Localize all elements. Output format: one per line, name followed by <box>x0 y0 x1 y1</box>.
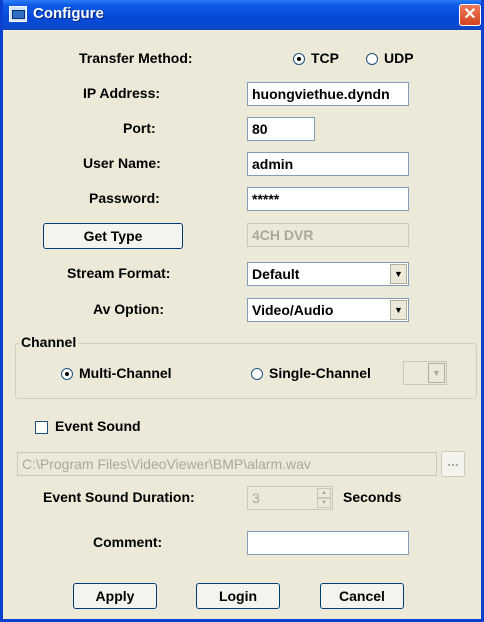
event-sound-label[interactable]: Event Sound <box>55 418 141 434</box>
apply-button[interactable]: Apply <box>73 583 157 609</box>
stream-format-value: Default <box>252 266 300 282</box>
user-name-input[interactable]: admin <box>247 152 409 176</box>
duration-spinner: 3 ▲ ▼ <box>247 486 333 510</box>
udp-radio[interactable] <box>366 53 378 65</box>
password-input[interactable]: ***** <box>247 187 409 211</box>
event-sound-checkbox[interactable] <box>35 421 48 434</box>
ip-address-input[interactable]: huongviethue.dyndn <box>247 82 409 106</box>
port-label: Port: <box>123 120 156 136</box>
av-option-label: Av Option: <box>93 301 165 317</box>
tcp-radio[interactable] <box>293 53 305 65</box>
app-window-icon <box>9 6 27 22</box>
browse-button: ... <box>441 451 465 477</box>
get-type-button[interactable]: Get Type <box>43 223 183 249</box>
tcp-label[interactable]: TCP <box>311 50 339 66</box>
close-button[interactable]: ✕ <box>459 4 481 26</box>
channel-number-select: ▼ <box>403 361 447 385</box>
chevron-down-icon[interactable]: ▼ <box>390 264 407 284</box>
comment-label: Comment: <box>93 534 163 550</box>
chevron-down-icon: ▼ <box>428 363 445 383</box>
ip-address-label: IP Address: <box>83 85 161 101</box>
comment-input[interactable] <box>247 531 409 555</box>
window-title: Configure <box>33 5 104 22</box>
udp-label[interactable]: UDP <box>384 50 414 66</box>
password-label: Password: <box>89 190 160 206</box>
channel-group-title: Channel <box>19 334 79 350</box>
cancel-button[interactable]: Cancel <box>320 583 404 609</box>
title-bar[interactable]: Configure ✕ <box>3 0 481 30</box>
spin-down-icon: ▼ <box>317 498 331 508</box>
user-name-label: User Name: <box>83 155 161 171</box>
av-option-value: Video/Audio <box>252 302 334 318</box>
duration-value: 3 <box>252 490 260 506</box>
multi-channel-label[interactable]: Multi-Channel <box>79 365 172 381</box>
stream-format-select[interactable]: Default ▼ <box>247 262 409 286</box>
configure-dialog: Configure ✕ Transfer Method: TCP UDP IP … <box>0 0 484 622</box>
transfer-method-label: Transfer Method: <box>79 50 193 66</box>
spin-up-icon: ▲ <box>317 488 331 498</box>
stream-format-label: Stream Format: <box>67 265 171 281</box>
chevron-down-icon[interactable]: ▼ <box>390 300 407 320</box>
port-input[interactable]: 80 <box>247 117 315 141</box>
single-channel-radio[interactable] <box>251 368 263 380</box>
seconds-label: Seconds <box>343 489 402 505</box>
event-sound-path-field: C:\Program Files\VideoViewer\BMP\alarm.w… <box>17 452 437 476</box>
single-channel-label[interactable]: Single-Channel <box>269 365 371 381</box>
device-type-field: 4CH DVR <box>247 223 409 247</box>
login-button[interactable]: Login <box>196 583 280 609</box>
av-option-select[interactable]: Video/Audio ▼ <box>247 298 409 322</box>
event-sound-duration-label: Event Sound Duration: <box>43 489 195 505</box>
multi-channel-radio[interactable] <box>61 368 73 380</box>
